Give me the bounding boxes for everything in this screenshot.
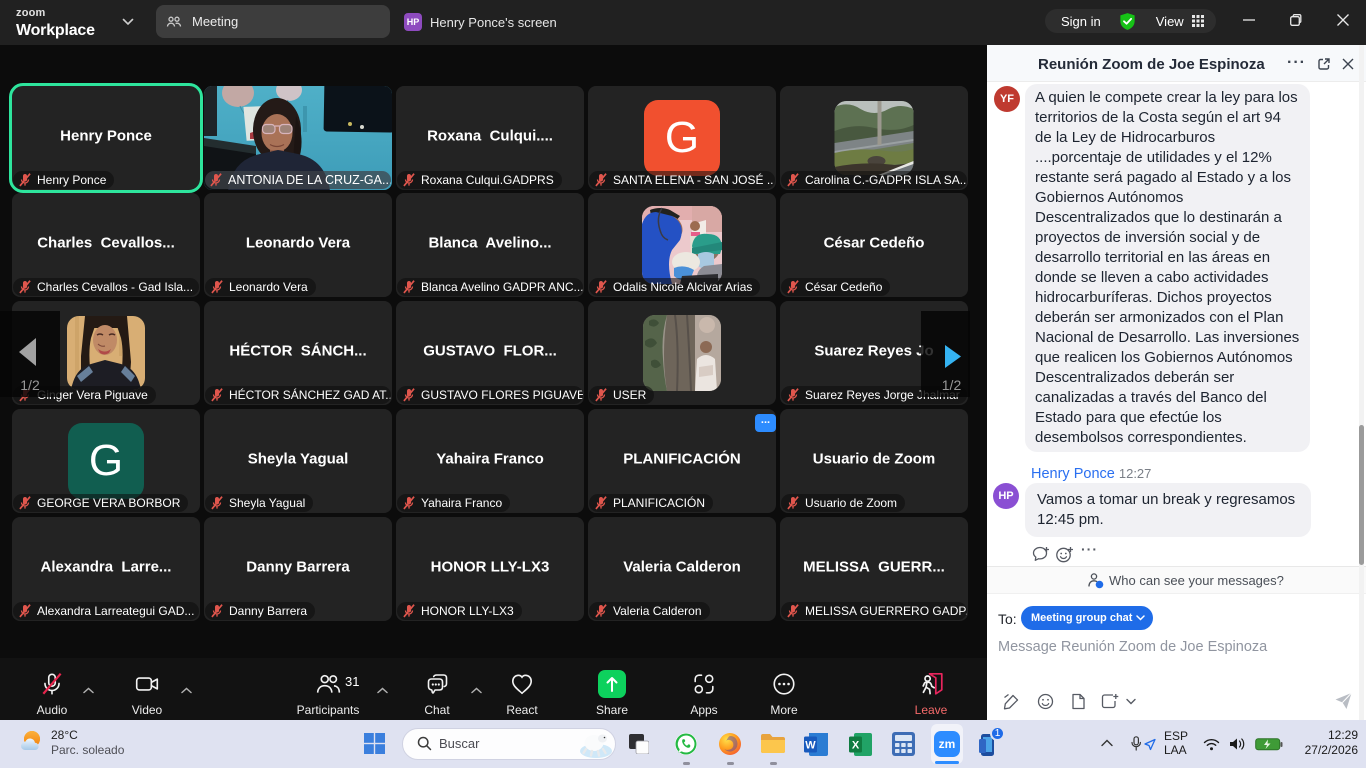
svg-text:X: X <box>852 740 860 752</box>
svg-text:W: W <box>805 740 816 752</box>
